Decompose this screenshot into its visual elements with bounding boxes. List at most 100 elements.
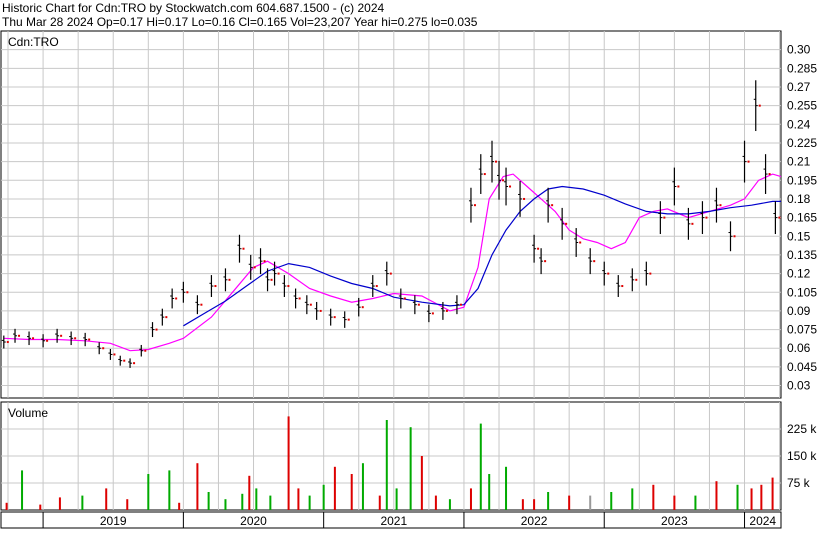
flat-day-mark [309,303,312,306]
flat-day-mark [747,160,750,163]
volume-bar [736,484,739,510]
price-y-tick-label: 0.30 [787,43,811,57]
flat-day-mark [509,185,512,188]
volume-bar [694,495,697,510]
flat-day-mark [733,235,736,238]
flat-day-mark [133,362,136,365]
flat-day-mark [333,316,336,319]
flat-day-mark [123,359,126,362]
volume-bar [126,499,129,510]
x-tick-label: 2024 [749,514,776,528]
price-panel [0,30,782,399]
volume-y-axis: 225 k 150 k 75 k [787,422,817,490]
x-tick-label: 2019 [100,514,127,528]
price-y-tick-label: 0.21 [787,155,811,169]
flat-day-mark [445,309,448,312]
volume-bar [350,474,353,510]
price-y-tick-label: 0.045 [787,360,817,374]
volume-bar [5,502,8,510]
price-y-tick-label: 0.12 [787,267,811,281]
flat-day-mark [473,204,476,207]
flat-day-mark [649,272,652,275]
flat-day-mark [113,353,116,356]
flat-day-mark [677,185,680,188]
price-panel-label: Cdn:TRO [8,35,59,49]
volume-bar [409,427,412,510]
flat-day-mark [579,241,582,244]
volume-bar [297,488,300,510]
volume-bar [610,492,613,510]
flat-day-mark [60,334,63,337]
flat-day-mark [431,312,434,315]
volume-bar [255,488,258,510]
flat-day-mark [778,216,781,219]
flat-day-mark [155,328,158,331]
flat-day-mark [565,222,568,225]
volume-bar [224,499,227,510]
volume-bar [333,466,336,510]
flat-day-mark [253,266,256,269]
flat-day-mark [270,278,273,281]
volume-bar [81,495,84,510]
flat-day-mark [88,338,91,341]
flat-day-mark [361,306,364,309]
flat-day-mark [691,222,694,225]
flat-day-mark [389,272,392,275]
flat-day-mark [186,291,189,294]
flat-day-mark [551,204,554,207]
volume-bar [361,463,364,510]
price-y-axis: 0.30 0.285 0.27 0.255 0.24 0.225 0.21 0.195 0.18… [787,43,817,393]
flat-day-mark [263,260,266,263]
price-y-tick-label: 0.15 [787,229,811,243]
volume-bar [715,481,718,510]
volume-bar [589,495,592,510]
volume-bar [750,488,753,510]
flat-day-mark [242,247,245,250]
flat-day-mark [18,334,21,337]
flat-day-mark [417,303,420,306]
price-y-tick-label: 0.165 [787,211,817,225]
flat-day-mark [758,104,761,107]
flat-day-mark [347,318,350,321]
flat-day-mark [46,339,49,342]
price-y-tick-label: 0.03 [787,379,811,393]
volume-bar [385,420,388,510]
volume-bar [248,475,251,510]
flat-day-mark [523,197,526,200]
flat-day-mark [663,216,666,219]
volume-bar [395,488,398,510]
volume-panel-label: Volume [8,406,48,420]
price-y-tick-label: 0.105 [787,285,817,299]
flat-day-mark [175,297,178,300]
volume-bar [269,495,272,510]
volume-bar [505,466,508,510]
volume-bar [420,456,423,510]
volume-bar [21,470,24,510]
volume-y-tick-label: 225 k [787,422,817,436]
flat-day-mark [403,297,406,300]
price-y-tick-label: 0.09 [787,304,811,318]
flat-day-mark [298,297,301,300]
volume-bar [673,495,676,510]
volume-bar [378,495,381,510]
flat-day-mark [544,260,547,263]
volume-bar [547,492,550,510]
price-y-tick-label: 0.075 [787,323,817,337]
flat-day-mark [502,179,505,182]
price-y-tick-label: 0.135 [787,248,817,262]
flat-day-mark [593,260,596,263]
flat-day-mark [495,160,498,163]
stock-chart: 0.30 0.285 0.27 0.255 0.24 0.225 0.21 0.195 0.18… [0,30,817,529]
flat-day-mark [277,272,280,275]
volume-bar [434,495,437,510]
flat-day-mark [165,316,168,319]
volume-bar [568,495,571,510]
flat-day-mark [102,347,105,350]
volume-bar [479,423,482,510]
volume-bar [521,499,524,510]
flat-day-mark [607,272,610,275]
volume-bar [488,474,491,510]
volume-bar [469,488,472,510]
flat-day-mark [287,285,290,288]
volume-y-tick-label: 150 k [787,449,817,463]
